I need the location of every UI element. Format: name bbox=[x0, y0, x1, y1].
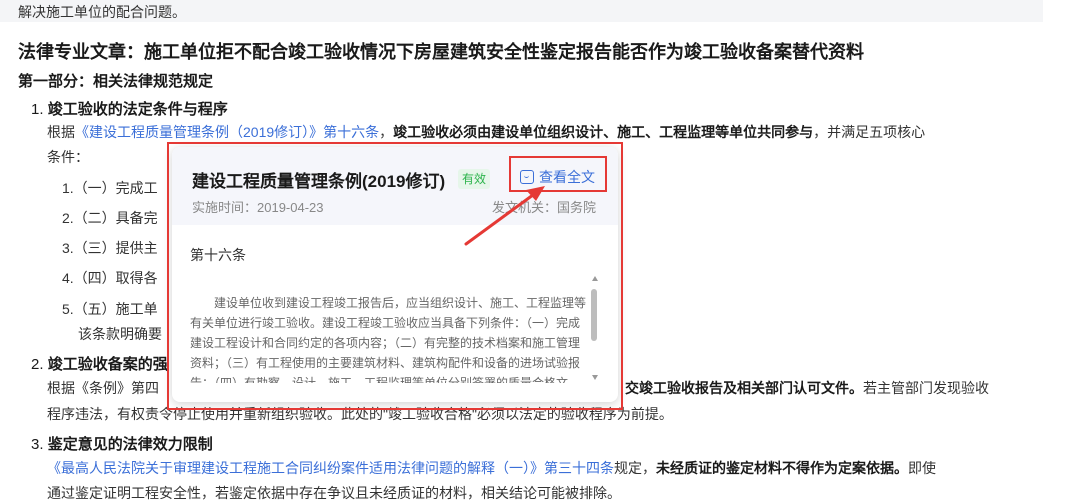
judicial-interpretation-link[interactable]: 《最高人民法院关于审理建设工程施工合同纠纷案件适用法律问题的解释（一）》第三十四… bbox=[47, 460, 614, 476]
section1-heading: 1. 竣工验收的法定条件与程序 bbox=[31, 98, 228, 119]
condition-item: 4.（四）取得各 bbox=[62, 270, 158, 286]
section1-line1-prefix: 根据 bbox=[47, 124, 75, 140]
section1-number: 1. bbox=[31, 101, 44, 118]
previous-paragraph-strip: 解决施工单位的配合问题。 bbox=[0, 0, 1043, 22]
section3-bold-text: 未经质证的鉴定材料不得作为定案依据。 bbox=[656, 460, 908, 476]
section2-number: 2. bbox=[31, 356, 44, 373]
section2-bold-text: 交竣工验收报告及相关部门认可文件。 bbox=[625, 380, 863, 396]
section1-line2: 条件： bbox=[47, 149, 89, 165]
regulation-link[interactable]: 《建设工程质量管理条例（2019修订）》第十六条 bbox=[75, 124, 379, 140]
section3-line1: 《最高人民法院关于审理建设工程施工合同纠纷案件适用法律问题的解释（一）》第三十四… bbox=[47, 458, 936, 478]
section3-heading: 3. 鉴定意见的法律效力限制 bbox=[31, 433, 213, 454]
section1-note: 该条款明确要 bbox=[78, 326, 162, 342]
previous-paragraph-text: 解决施工单位的配合问题。 bbox=[18, 4, 186, 20]
condition-item: 5.（五）施工单 bbox=[62, 301, 158, 317]
section3-line1-mid: 规定， bbox=[614, 460, 656, 476]
section3-line2: 通过鉴定证明工程安全性，若鉴定依据中存在争议且未经质证的材料，相关结论可能被排除… bbox=[47, 485, 621, 501]
section3-number: 3. bbox=[31, 436, 44, 453]
condition-item: 1.（一）完成工 bbox=[62, 180, 158, 196]
section1-line1-comma: ， bbox=[379, 124, 394, 140]
section3-title: 鉴定意见的法律效力限制 bbox=[47, 436, 213, 453]
section2-title: 竣工验收备案的强 bbox=[47, 356, 168, 373]
section2-line1-suffix: 若主管部门发现验收 bbox=[863, 380, 989, 396]
section3-line1-suffix: 即使 bbox=[908, 460, 936, 476]
section1-line1: 根据《建设工程质量管理条例（2019修订）》第十六条，竣工验收必须由建设单位组织… bbox=[47, 122, 925, 142]
section1-line1-suffix: ，并满足五项核心 bbox=[813, 124, 926, 140]
section2-line1-left: 根据《条例》第四 bbox=[47, 380, 159, 396]
section1-bold-text: 竣工验收必须由建设单位组织设计、施工、工程监理等单位共同参与 bbox=[393, 124, 814, 140]
section2-line1-right: 交竣工验收报告及相关部门认可文件。若主管部门发现验收 bbox=[625, 378, 989, 398]
condition-item: 2.（二）具备完 bbox=[62, 210, 158, 226]
section1-title: 竣工验收的法定条件与程序 bbox=[47, 101, 228, 118]
section2-heading: 2. 竣工验收备案的强 bbox=[31, 353, 168, 374]
condition-item: 3.（三）提供主 bbox=[62, 240, 158, 256]
view-button-highlight-box bbox=[509, 156, 607, 192]
article-title: 法律专业文章：施工单位拒不配合竣工验收情况下房屋建筑安全性鉴定报告能否作为竣工验… bbox=[18, 42, 864, 62]
part1-heading: 第一部分：相关法律规范规定 bbox=[18, 73, 214, 90]
